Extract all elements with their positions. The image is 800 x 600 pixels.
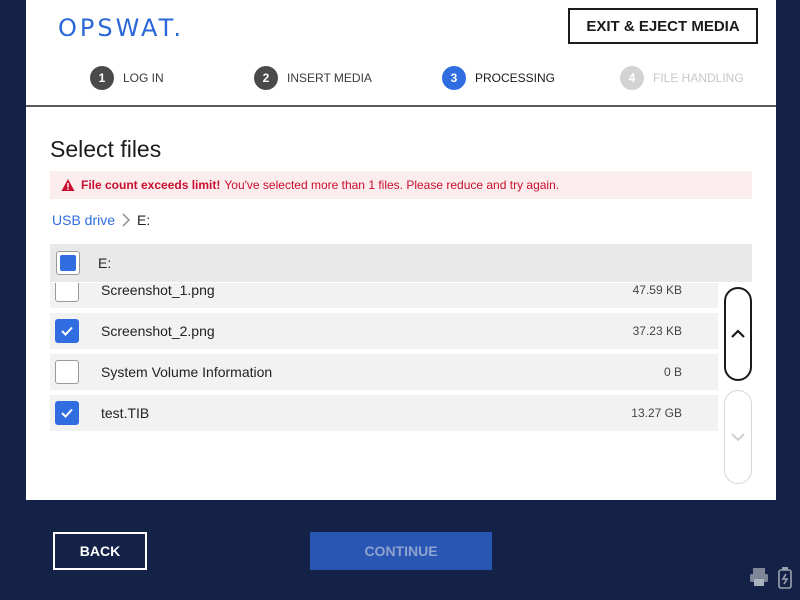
file-checkbox[interactable] bbox=[55, 319, 79, 343]
file-name: Screenshot_1.png bbox=[101, 283, 215, 298]
chevron-down-icon bbox=[731, 433, 745, 442]
file-size: 13.27 GB bbox=[631, 406, 682, 420]
step-number: 1 bbox=[90, 66, 114, 90]
file-checkbox[interactable] bbox=[55, 401, 79, 425]
warning-icon bbox=[61, 179, 75, 191]
step-number: 4 bbox=[620, 66, 644, 90]
file-checkbox[interactable] bbox=[55, 360, 79, 384]
breadcrumb: USB drive E: bbox=[52, 212, 150, 228]
step-label: INSERT MEDIA bbox=[287, 71, 372, 85]
file-size: 0 B bbox=[663, 365, 682, 379]
step-file-handling: 4 FILE HANDLING bbox=[620, 66, 744, 90]
file-size: 37.23 KB bbox=[632, 324, 682, 338]
alert-message: You've selected more than 1 files. Pleas… bbox=[224, 178, 560, 192]
scroll-up-button[interactable] bbox=[724, 287, 752, 381]
folder-name: E: bbox=[98, 255, 112, 271]
folder-header-row: E: bbox=[50, 244, 752, 282]
step-insert-media: 2 INSERT MEDIA bbox=[254, 66, 372, 90]
progress-steps: 1 LOG IN 2 INSERT MEDIA 3 PROCESSING 4 F… bbox=[26, 66, 776, 94]
page-title: Select files bbox=[50, 136, 162, 162]
file-row[interactable]: Screenshot_1.png 47.59 KB bbox=[50, 283, 718, 308]
file-list[interactable]: Screenshot_1.png 47.59 KB Screenshot_2.p… bbox=[50, 283, 718, 435]
step-number: 2 bbox=[254, 66, 278, 90]
file-size: 47.59 KB bbox=[632, 283, 682, 297]
breadcrumb-usb-drive[interactable]: USB drive bbox=[52, 212, 115, 228]
step-label: PROCESSING bbox=[475, 71, 556, 85]
partial-check-indicator bbox=[60, 255, 76, 271]
file-row[interactable]: System Volume Information 0 B bbox=[50, 354, 718, 390]
chevron-up-icon bbox=[731, 329, 745, 338]
select-all-checkbox[interactable] bbox=[56, 251, 80, 275]
scroll-down-button[interactable] bbox=[724, 390, 752, 484]
printer-icon[interactable] bbox=[748, 566, 770, 588]
checkmark-icon bbox=[61, 408, 73, 418]
continue-button[interactable]: CONTINUE bbox=[310, 532, 492, 570]
file-name: Screenshot_2.png bbox=[101, 323, 215, 339]
exit-eject-media-button[interactable]: EXIT & EJECT MEDIA bbox=[568, 8, 758, 44]
main-panel: OPSWAT. EXIT & EJECT MEDIA 1 LOG IN 2 IN… bbox=[26, 0, 776, 500]
checkmark-icon bbox=[61, 326, 73, 336]
file-checkbox[interactable] bbox=[55, 283, 79, 302]
header-divider bbox=[26, 105, 776, 107]
step-log-in: 1 LOG IN bbox=[90, 66, 164, 90]
file-row[interactable]: Screenshot_2.png 37.23 KB bbox=[50, 313, 718, 349]
error-alert: File count exceeds limit! You've selecte… bbox=[50, 171, 752, 199]
alert-title: File count exceeds limit! bbox=[81, 178, 221, 192]
file-name: test.TIB bbox=[101, 405, 150, 421]
step-processing: 3 PROCESSING bbox=[442, 66, 555, 90]
step-label: LOG IN bbox=[123, 71, 164, 85]
opswat-logo: OPSWAT. bbox=[58, 14, 185, 42]
step-number: 3 bbox=[442, 66, 466, 90]
breadcrumb-current: E: bbox=[137, 212, 151, 228]
power-plug-icon[interactable] bbox=[774, 566, 796, 590]
step-label: FILE HANDLING bbox=[653, 71, 744, 85]
file-name: System Volume Information bbox=[101, 364, 273, 380]
back-button[interactable]: BACK bbox=[53, 532, 147, 570]
file-row[interactable]: test.TIB 13.27 GB bbox=[50, 395, 718, 431]
chevron-right-icon bbox=[122, 213, 131, 227]
